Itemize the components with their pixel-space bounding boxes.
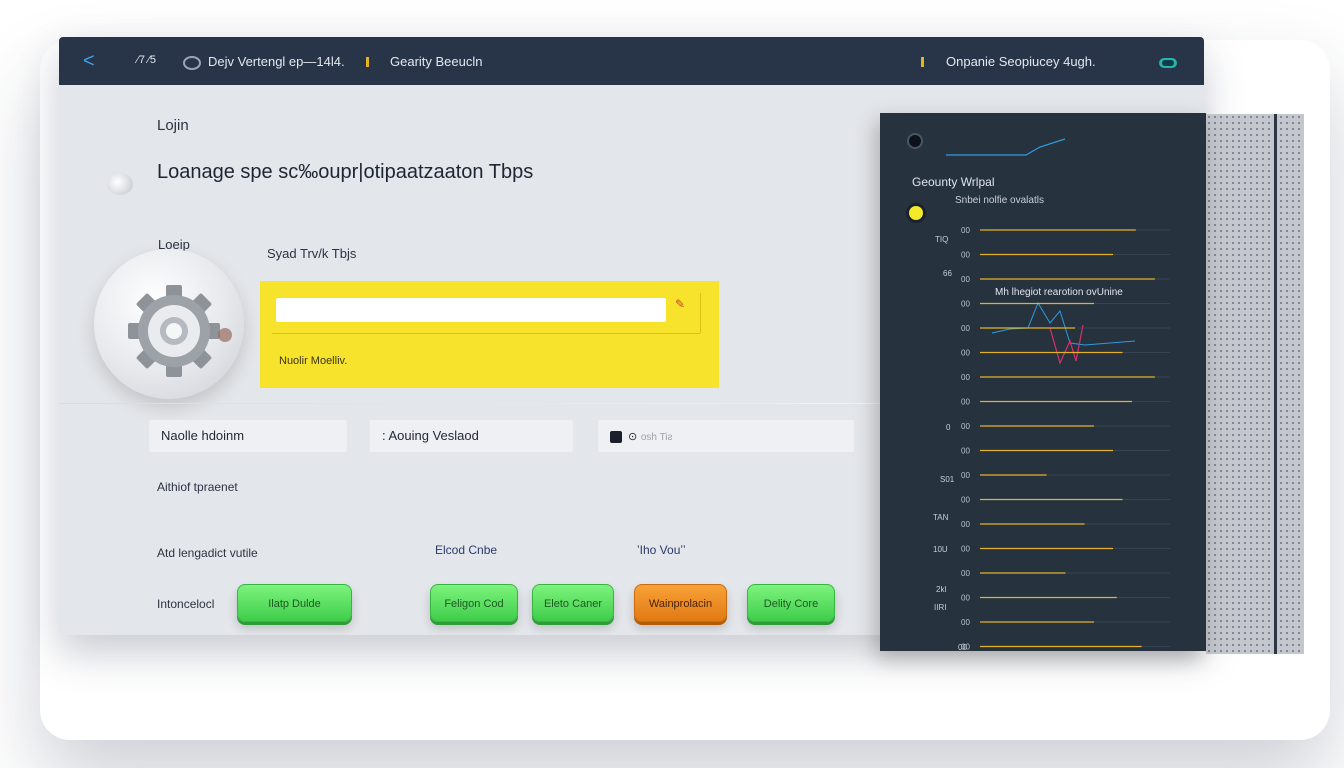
label-atd: Atd lengadict vutile <box>157 546 258 560</box>
y-tick-label: 00 <box>961 569 970 578</box>
y-tick-label: 00 <box>961 520 970 529</box>
y-tick-label: 00 <box>961 226 970 235</box>
yellow-input[interactable] <box>276 298 666 322</box>
config-button[interactable]: Feligon Cod <box>430 584 518 622</box>
label-ho: ʼIho Vouʼʼ <box>637 543 686 557</box>
chart-panel: Geounty Wrlpal Snbei nolfie ovalatls Mh … <box>880 113 1206 652</box>
y-tick-label: 00 <box>961 594 970 603</box>
y-tick-label: 00 <box>961 471 970 480</box>
maintenance-button[interactable]: Wainprolacin <box>634 584 727 622</box>
label-elcod: Elcod Cnbe <box>435 543 498 557</box>
separator-mark <box>921 57 924 67</box>
side-label: S01 <box>940 475 955 484</box>
y-tick-label: 00 <box>961 496 970 505</box>
side-label: TAN <box>933 513 949 522</box>
yellow-note: Nuolir Moelliv. <box>279 355 348 367</box>
clear-button[interactable]: Eleto Caner <box>532 584 614 622</box>
label-int: Intoncelocl <box>157 597 215 611</box>
search-placeholder: osh Tiƨ <box>640 432 673 443</box>
gear-icon <box>94 249 244 399</box>
y-tick-label: 00 <box>961 422 970 431</box>
y-tick-label: 00 <box>961 251 970 260</box>
mini-series-blue <box>991 301 1136 346</box>
side-label: TIQ <box>935 235 949 244</box>
side-label: 10U <box>933 545 948 554</box>
lock-icon <box>610 430 622 443</box>
help-button[interactable]: Ilatp Dulde <box>237 584 352 622</box>
search-field[interactable]: ⊙ osh Tiƨ <box>598 420 854 452</box>
y-tick-label: 00 <box>961 398 970 407</box>
y-tick-label: 00 <box>961 618 970 627</box>
y-tick-label: 00 <box>961 545 970 554</box>
page-title: Loanage spe sc‰oupr|otipaatzaaton Tbps <box>157 161 534 183</box>
back-icon[interactable]: < <box>83 50 95 73</box>
edit-icon[interactable]: ✎ <box>675 297 685 311</box>
y-tick-label: 00 <box>961 349 970 358</box>
yellow-card: ✎ Nuolir Moelliv. <box>260 281 719 388</box>
label-top: Lojin <box>157 117 189 134</box>
side-label: 66 <box>943 269 952 278</box>
bottom-label: 00 <box>958 643 967 652</box>
y-tick-label: 00 <box>961 373 970 382</box>
top-line-series <box>946 138 1066 156</box>
titlebar-item-1[interactable]: ⁄7 ⁄5 <box>137 54 156 66</box>
side-label: 2kl <box>936 585 947 594</box>
y-tick-label: 00 <box>961 447 970 456</box>
side-label: IIRI <box>934 603 947 612</box>
eye-icon[interactable] <box>183 56 201 70</box>
separator-mark <box>366 57 369 67</box>
divider <box>700 293 701 333</box>
name-field[interactable]: Naolle hdoinm <box>149 420 347 452</box>
titlebar-item-4[interactable]: Onpanie Seopiucey 4ugh. <box>946 54 1096 69</box>
label-syad: Syad Trv/k Tbjs <box>267 246 357 261</box>
chart-svg: 00 00 00 00 00 00 00 00 00 00 00 00 00 00 00 00 00 00 <box>946 138 1170 651</box>
titlebar-item-2[interactable]: Dejv Vertengl ep—14l4. <box>208 54 345 69</box>
y-tick-label: 00 <box>961 300 970 309</box>
saving-field[interactable]: : Aouing Veslaod <box>370 420 573 452</box>
scrollbar-panel[interactable] <box>1206 114 1304 654</box>
y-tick-label: 00 <box>961 324 970 333</box>
y-tick-label: 00 <box>961 275 970 284</box>
titlebar-item-3[interactable]: Gearity Beeucln <box>390 54 483 69</box>
title-bar: < ⁄7 ⁄5 Dejv Vertengl ep—14l4. Gearity B… <box>59 37 1204 85</box>
search-prefix: ⊙ <box>628 431 638 443</box>
side-label: 0 <box>946 423 951 432</box>
deploy-button[interactable]: Delity Core <box>747 584 835 622</box>
toggle-icon[interactable] <box>1159 58 1177 68</box>
label-attrib: Aithiof tpraenet <box>157 480 238 494</box>
orb-icon <box>107 173 133 195</box>
section-divider <box>59 403 889 404</box>
divider <box>272 333 700 334</box>
